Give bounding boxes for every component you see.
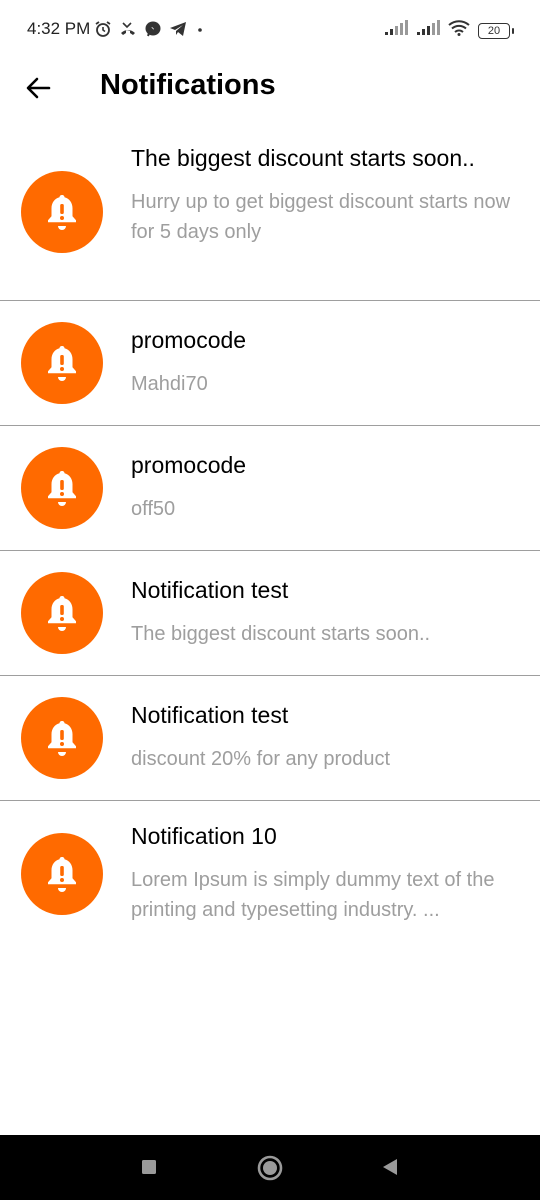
status-time: 4:32 PM	[27, 19, 91, 38]
notification-list: The biggest discount starts soon.. Hurry…	[0, 124, 540, 941]
notification-body: off50	[131, 498, 176, 520]
bell-alert-icon	[21, 833, 103, 915]
back-triangle-icon[interactable]	[380, 1157, 400, 1182]
bell-alert-icon	[21, 572, 103, 654]
notification-item[interactable]: Notification 10 Lorem Ipsum is simply du…	[0, 801, 540, 941]
notification-item[interactable]: promocode off50	[0, 426, 540, 551]
notification-item[interactable]: The biggest discount starts soon.. Hurry…	[0, 124, 540, 301]
notification-title: Notification test	[131, 702, 289, 728]
page-title: Notifications	[100, 69, 276, 101]
recents-square-icon[interactable]	[139, 1157, 159, 1182]
dot-icon	[194, 20, 206, 43]
system-nav-bar	[0, 1135, 540, 1200]
wifi-icon	[448, 20, 470, 41]
notification-title: Notification 10	[131, 823, 277, 849]
notification-body: Hurry up to get biggest discount starts …	[131, 191, 511, 243]
notification-title: Notification test	[131, 577, 289, 603]
bell-alert-icon	[21, 322, 103, 404]
notification-item[interactable]: Notification test discount 20% for any p…	[0, 676, 540, 801]
messenger-icon	[144, 20, 162, 43]
signal-icon	[416, 20, 440, 41]
bell-alert-icon	[21, 171, 103, 253]
status-icons-right: 20	[384, 20, 514, 41]
status-bar: 4:32 PM 20	[0, 0, 540, 60]
telegram-icon	[169, 20, 187, 43]
notification-title: promocode	[131, 452, 247, 478]
notification-title: The biggest discount starts soon..	[131, 145, 475, 171]
battery-icon: 20	[478, 22, 514, 39]
home-circle-icon[interactable]	[256, 1154, 284, 1187]
bell-alert-icon	[21, 447, 103, 529]
notification-title: promocode	[131, 327, 247, 353]
bell-alert-icon	[21, 697, 103, 779]
signal-icon	[384, 20, 408, 41]
app-bar: Notifications	[0, 60, 540, 116]
missed-call-icon	[119, 20, 137, 43]
arrow-left-icon[interactable]	[22, 72, 54, 104]
notification-body: Mahdi70	[131, 373, 208, 395]
notification-body: The biggest discount starts soon..	[131, 623, 431, 645]
alarm-icon	[94, 20, 112, 43]
notification-item[interactable]: Notification test The biggest discount s…	[0, 551, 540, 676]
status-icons-left	[94, 20, 206, 43]
notification-item[interactable]: promocode Mahdi70	[0, 301, 540, 426]
notification-body: Lorem Ipsum is simply dummy text of the …	[131, 869, 495, 921]
notification-body: discount 20% for any product	[131, 748, 391, 770]
